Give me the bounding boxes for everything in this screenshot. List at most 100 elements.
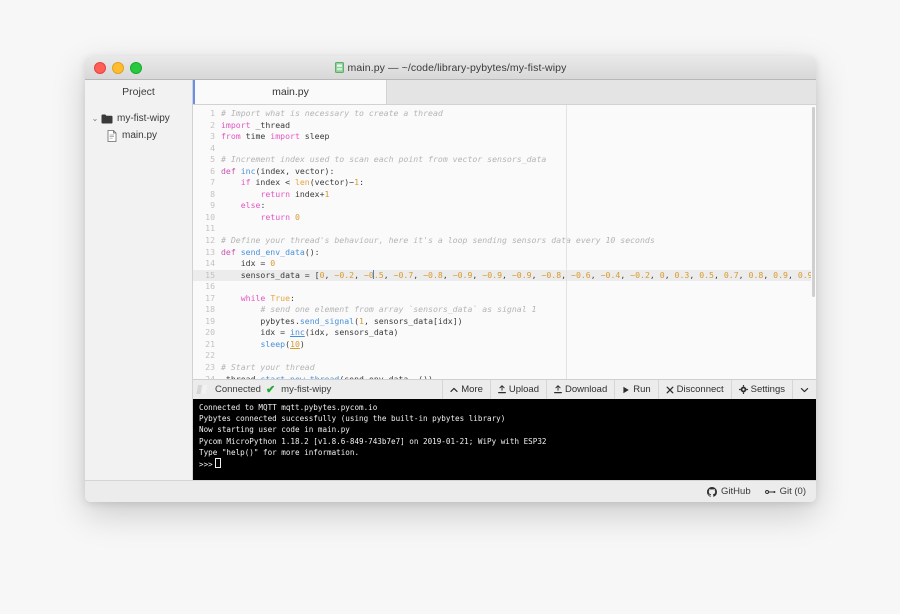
code-line-number: 21 [205,338,215,349]
code-line[interactable]: 3 from time import sleep [193,131,816,143]
code-line-content[interactable]: # Start your thread [221,362,816,374]
terminal-prompt-line[interactable]: >>> [199,458,816,470]
pymakr-expand-button[interactable] [792,380,816,399]
code-line[interactable]: 2 import _thread [193,120,816,132]
code-line[interactable]: 17 while True: [193,293,816,305]
editor-window: main.py — ~/code/library-pybytes/my-fist… [85,56,816,502]
code-line[interactable]: 7 if index < len(vector)−1: [193,177,816,189]
tab-bar: main.py [193,80,816,105]
code-line-number: 4 [210,142,215,153]
code-line[interactable]: 16 [193,281,816,293]
code-line-content[interactable] [221,223,816,235]
editor-ruler [566,105,567,379]
code-line-content[interactable]: while True: [221,293,816,305]
editor-scrollbar-thumb[interactable] [812,107,815,297]
code-line-content[interactable]: pybytes.send_signal(1, sensors_data[idx]… [221,316,816,328]
code-line-content[interactable]: def inc(index, vector): [221,166,816,178]
window-titlebar[interactable]: main.py — ~/code/library-pybytes/my-fist… [85,56,816,80]
code-line[interactable]: 10 return 0 [193,212,816,224]
code-line-content[interactable]: if index < len(vector)−1: [221,177,816,189]
code-line[interactable]: 11 [193,223,816,235]
code-line-content[interactable]: _thread.start_new_thread(send_env_data, … [221,374,816,379]
zoom-button[interactable] [130,61,142,74]
download-button[interactable]: Download [545,380,614,399]
code-line-content[interactable]: from time import sleep [221,131,816,143]
code-line[interactable]: 15 sensors_data = [0, −0.2, −0.5, −0.7, … [193,269,816,282]
code-line[interactable]: 4 [193,143,816,155]
code-line-content[interactable]: idx = inc(idx, sensors_data) [221,327,816,339]
chevron-up-icon [450,387,458,392]
sidebar-title: Project [122,86,155,98]
code-line[interactable]: 12 # Define your thread's behaviour, here… [193,235,816,247]
code-line[interactable]: 14 idx = 0 [193,258,816,270]
code-line-number: 23 [205,362,215,373]
code-line-content[interactable]: else: [221,200,816,212]
code-line-number: 17 [205,292,215,303]
upload-button[interactable]: Upload [489,380,546,399]
code-line-content[interactable]: # Import what is necessary to create a t… [221,108,816,120]
code-line-number: 20 [205,327,215,338]
project-sidebar: Project ⌄ my-fist-wipy main.py [85,80,193,480]
code-line[interactable]: 1 # Import what is necessary to create a … [193,108,816,120]
tree-item-file[interactable]: main.py [85,127,192,144]
code-line[interactable]: 18 # send one element from array `sensor… [193,304,816,316]
code-line[interactable]: 23 # Start your thread [193,362,816,374]
tab-main-py[interactable]: main.py [195,80,387,104]
code-line-content[interactable]: sensors_data = [0, −0.2, −0.5, −0.7, −0.… [221,269,816,282]
code-line-number: 5 [210,154,215,165]
pymakr-connected-label: Connected [215,384,261,395]
file-icon [107,129,117,142]
editor-scrollbar[interactable] [811,105,816,379]
code-line-content[interactable] [221,143,816,155]
terminal-line: Pycom MicroPython 1.18.2 [v1.8.6-849-743… [199,436,547,446]
download-button-label: Download [564,384,608,395]
terminal-line: Pybytes connected successfully (using th… [199,414,506,424]
screenshot-root: main.py — ~/code/library-pybytes/my-fist… [0,0,900,614]
code-line[interactable]: 24 _thread.start_new_thread(send_env_data… [193,374,816,379]
code-line[interactable]: 8 return index+1 [193,189,816,201]
code-line[interactable]: 5 # Increment index used to scan each poi… [193,154,816,166]
code-line-content[interactable] [221,350,816,362]
github-status-item[interactable]: GitHub [707,486,751,497]
code-line[interactable]: 20 idx = inc(idx, sensors_data) [193,327,816,339]
run-button[interactable]: Run [614,380,657,399]
code-line-content[interactable]: # send one element from array `sensors_d… [221,304,816,316]
code-line-content[interactable]: sleep(10) [221,339,816,351]
code-line-content[interactable]: idx = 0 [221,258,816,270]
code-line[interactable]: 21 sleep(10) [193,339,816,351]
upload-button-label: Upload [508,384,539,395]
code-line[interactable]: 9 else: [193,200,816,212]
close-x-icon [666,386,674,393]
tree-item-folder[interactable]: ⌄ my-fist-wipy [85,110,192,127]
window-title-text: main.py — ~/code/library-pybytes/my-fist… [347,61,567,74]
code-line-content[interactable]: # Define your thread's behaviour, here i… [221,235,816,247]
gear-icon [738,385,748,394]
python-file-icon [334,61,344,73]
more-button[interactable]: More [442,380,490,399]
code-line-content[interactable]: def send_env_data(): [221,247,816,259]
code-line-content[interactable]: import _thread [221,120,816,132]
disconnect-button[interactable]: Disconnect [657,380,731,399]
settings-button[interactable]: Settings [730,380,792,399]
code-line[interactable]: 22 [193,350,816,362]
code-lines[interactable]: 1 # Import what is necessary to create a … [193,105,816,379]
close-button[interactable] [94,61,106,74]
code-line[interactable]: 13 def send_env_data(): [193,247,816,259]
code-line-content[interactable]: return index+1 [221,189,816,201]
code-line-number: 15 [205,269,215,280]
code-line-content[interactable]: # Increment index used to scan each poin… [221,154,816,166]
code-line[interactable]: 19 pybytes.send_signal(1, sensors_data[i… [193,316,816,328]
code-line[interactable]: 6 def inc(index, vector): [193,166,816,178]
code-line-content[interactable] [221,281,816,293]
check-icon: ✔ [265,384,276,396]
github-status-label: GitHub [721,486,751,497]
minimize-button[interactable] [112,61,124,74]
git-status-item[interactable]: Git (0) [764,486,806,497]
window-title: main.py — ~/code/library-pybytes/my-fist… [85,61,816,74]
code-editor[interactable]: 1 # Import what is necessary to create a … [193,105,816,379]
code-line-content[interactable]: return 0 [221,212,816,224]
repl-terminal[interactable]: Connected to MQTT mqtt.pybytes.pycom.io … [193,399,816,480]
git-status-label: Git (0) [779,486,806,497]
chevron-down-icon[interactable]: ⌄ [90,114,100,123]
code-line-number: 1 [210,108,215,118]
